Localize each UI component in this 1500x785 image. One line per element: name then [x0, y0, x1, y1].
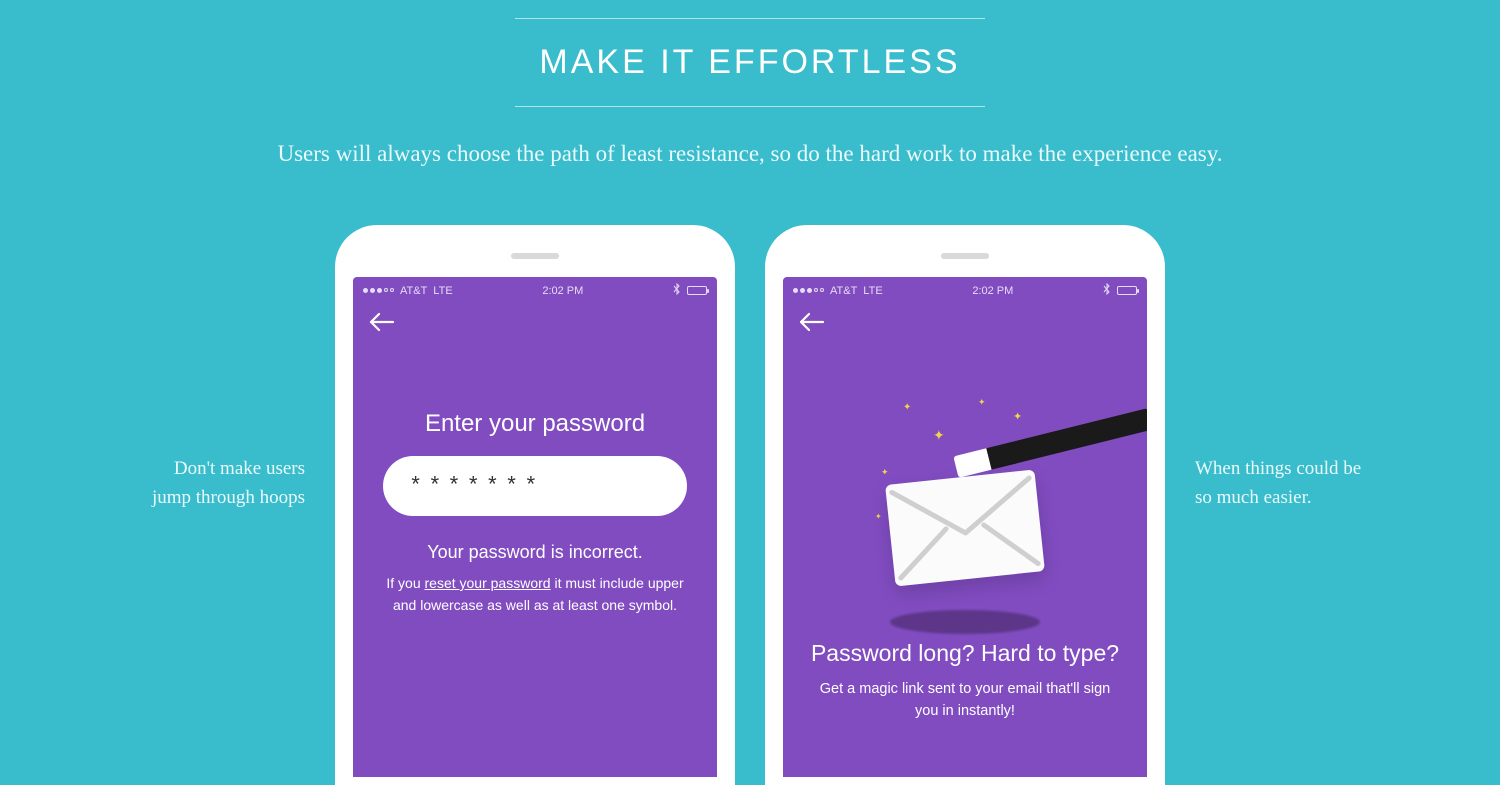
magic-link-title: Password long? Hard to type?: [783, 640, 1147, 667]
error-message: Your password is incorrect.: [383, 542, 687, 563]
signal-dots-icon: [793, 288, 824, 293]
status-bar: AT&T LTE 2:02 PM: [783, 277, 1147, 302]
caption-left-line1: Don't make users: [174, 458, 305, 479]
header: MAKE IT EFFORTLESS Users will always cho…: [0, 0, 1500, 167]
stage: Don't make users jump through hoops AT&T…: [0, 225, 1500, 785]
back-button[interactable]: [353, 302, 717, 332]
hint-prefix: If you: [386, 575, 424, 591]
sparkle-icon: ✦: [933, 427, 945, 444]
phone-mockup-bad: AT&T LTE 2:02 PM Enter your password ***…: [335, 225, 735, 785]
password-label: Enter your password: [383, 410, 687, 438]
password-form: Enter your password ******* Your passwor…: [353, 332, 717, 616]
password-mask: *******: [409, 474, 543, 499]
phone-speaker: [941, 253, 989, 259]
reset-password-link[interactable]: reset your password: [425, 575, 551, 591]
network-label: LTE: [863, 285, 882, 297]
status-bar-left: AT&T LTE: [363, 285, 453, 297]
phone-speaker: [511, 253, 559, 259]
carrier-label: AT&T: [830, 285, 857, 297]
status-bar: AT&T LTE 2:02 PM: [353, 277, 717, 302]
sparkle-icon: ✦: [1013, 410, 1022, 423]
magic-link-subtitle: Get a magic link sent to your email that…: [815, 679, 1115, 723]
page-subtitle: Users will always choose the path of lea…: [0, 107, 1500, 167]
envelope-icon: [885, 469, 1045, 586]
status-bar-left: AT&T LTE: [793, 285, 883, 297]
back-button[interactable]: [783, 302, 1147, 332]
password-input[interactable]: *******: [383, 456, 687, 516]
page-title: MAKE IT EFFORTLESS: [0, 19, 1500, 106]
magic-wand-icon: [953, 408, 1147, 478]
caption-left: Don't make users jump through hoops: [80, 225, 305, 512]
caption-right-line1: When things could be: [1195, 458, 1361, 479]
phone-mockup-good: AT&T LTE 2:02 PM ✦ ✦ ✦: [765, 225, 1165, 785]
time-label: 2:02 PM: [972, 285, 1013, 297]
shadow: [890, 610, 1040, 634]
illustration: ✦ ✦ ✦ ✦ ✦ ✦: [783, 372, 1147, 632]
carrier-label: AT&T: [400, 285, 427, 297]
magic-link-panel: ✦ ✦ ✦ ✦ ✦ ✦: [783, 332, 1147, 723]
sparkle-icon: ✦: [903, 402, 911, 413]
network-label: LTE: [433, 285, 452, 297]
time-label: 2:02 PM: [542, 285, 583, 297]
sparkle-icon: ✦: [881, 467, 889, 478]
phone-screen-good: AT&T LTE 2:02 PM ✦ ✦ ✦: [783, 277, 1147, 777]
sparkle-icon: ✦: [875, 512, 882, 521]
status-bar-right: [1103, 283, 1137, 298]
battery-icon: [1117, 286, 1137, 295]
signal-dots-icon: [363, 288, 394, 293]
sparkle-icon: ✦: [978, 397, 986, 408]
bluetooth-icon: [673, 283, 681, 298]
bluetooth-icon: [1103, 283, 1111, 298]
battery-icon: [687, 286, 707, 295]
status-bar-right: [673, 283, 707, 298]
caption-left-line2: jump through hoops: [152, 487, 305, 508]
caption-right-line2: so much easier.: [1195, 487, 1312, 508]
phone-screen-bad: AT&T LTE 2:02 PM Enter your password ***…: [353, 277, 717, 777]
caption-right: When things could be so much easier.: [1195, 225, 1420, 512]
password-hint: If you reset your password it must inclu…: [385, 573, 685, 616]
